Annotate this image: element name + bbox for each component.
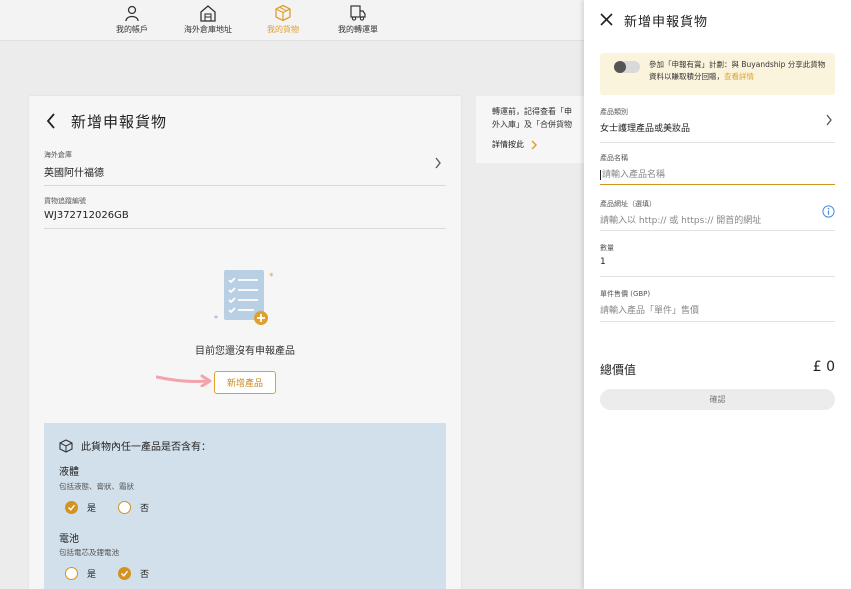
- toggle-knob: [614, 61, 626, 73]
- product-url-input[interactable]: 請輸入以 http:// 或 https:// 開首的網址: [600, 213, 835, 226]
- user-icon: [125, 5, 139, 22]
- questions-title-row: 此貨物內任一產品是否含有：: [59, 438, 211, 453]
- quantity-input[interactable]: 1: [600, 257, 835, 267]
- notice-line: 轉運前，記得查看「申: [492, 107, 572, 116]
- liquid-no-radio[interactable]: [118, 501, 132, 514]
- liquid-radio-group: 是 否: [65, 501, 149, 514]
- nav-label: 我的轉運單: [338, 25, 378, 34]
- radio-label: 否: [140, 570, 150, 580]
- radio-label: 否: [140, 504, 150, 514]
- package-icon: [59, 438, 73, 453]
- nav-item-orders[interactable]: 我的轉運單: [336, 4, 380, 38]
- panel-title: 新增申報貨物: [624, 15, 709, 30]
- promo-toggle[interactable]: [614, 61, 640, 73]
- liquid-question-sub: 包括液態、膏狀、霜狀: [59, 482, 134, 491]
- promo-banner: 參加「申報有賞」計劃：與 Buyandship 分享此貨物資料以賺取積分回贈，查…: [600, 53, 835, 95]
- battery-yes-radio[interactable]: [65, 567, 78, 580]
- radio-label: 是: [87, 570, 97, 580]
- chevron-right-icon: [435, 157, 441, 169]
- chevron-right-icon: [531, 139, 538, 150]
- liquid-yes-radio[interactable]: [65, 501, 78, 514]
- card-header: 新增申報貨物: [45, 110, 167, 132]
- field-label: 產品名稱: [600, 154, 628, 162]
- nav-item-warehouse[interactable]: 海外倉庫地址: [180, 4, 236, 38]
- field-label: 產品網址（選填）: [600, 200, 656, 208]
- field-label: 單件售價 (GBP): [600, 290, 651, 298]
- promo-text: 參加「申報有賞」計劃：與 Buyandship 分享此貨物資料以賺取積分回贈，查…: [649, 59, 829, 83]
- nav-item-account[interactable]: 我的帳戶: [113, 4, 151, 38]
- notice-line: 外入庫」及「合併貨物: [492, 120, 572, 129]
- unit-price-field[interactable]: 單件售價 (GBP) 請輸入產品「單件」售價: [600, 289, 835, 322]
- warehouse-icon: [200, 5, 216, 22]
- total-label: 總價值: [600, 363, 637, 377]
- truck-doc-icon: [350, 5, 366, 21]
- product-name-input[interactable]: 請輸入產品名稱: [600, 167, 835, 180]
- add-product-button[interactable]: 新增產品: [214, 371, 276, 394]
- declare-shipment-card: 新增申報貨物 海外倉庫 英國阿什福德 貨物追蹤編號 WJ372712026GB …: [29, 96, 461, 589]
- field-label: 數量: [600, 244, 614, 252]
- back-arrow-icon[interactable]: [45, 112, 57, 130]
- check-icon: [121, 570, 129, 577]
- tracking-field: 貨物追蹤編號 WJ372712026GB: [44, 196, 446, 229]
- notice-details-link[interactable]: 詳情按此: [492, 139, 538, 150]
- questions-title: 此貨物內任一產品是否含有：: [81, 442, 211, 453]
- field-value: 英國阿什福德: [44, 168, 104, 179]
- placeholder-text: 請輸入產品名稱: [602, 170, 666, 180]
- field-label: 海外倉庫: [44, 151, 72, 159]
- field-value: WJ372712026GB: [44, 210, 129, 221]
- battery-question-label: 電池: [59, 534, 79, 545]
- category-field[interactable]: 產品類別 女士護理產品或美妝品: [600, 107, 835, 143]
- notice-card: 轉運前，記得查看「申 外入庫」及「合併貨物 詳情按此: [476, 96, 586, 163]
- total-value: £ 0: [812, 359, 835, 375]
- promo-details-link[interactable]: 查看詳情: [724, 72, 754, 81]
- liquid-question-label: 液體: [59, 467, 79, 478]
- page-title: 新增申報貨物: [71, 112, 168, 131]
- battery-question-sub: 包括電芯及鋰電池: [59, 548, 119, 557]
- empty-state-text: 目前您還沒有申報產品: [195, 346, 295, 357]
- chevron-right-icon: [826, 114, 832, 126]
- notice-link-label: 詳情按此: [492, 140, 524, 149]
- field-label: 產品類別: [600, 108, 628, 116]
- checklist-illustration-icon: * *: [214, 270, 274, 325]
- check-icon: [68, 504, 76, 511]
- unit-price-input[interactable]: 請輸入產品「單件」售價: [600, 303, 835, 316]
- field-label: 貨物追蹤編號: [44, 197, 86, 205]
- battery-no-radio[interactable]: [118, 567, 132, 580]
- battery-radio-group: 是 否: [65, 567, 149, 580]
- nav-item-shipments[interactable]: 我的貨物: [263, 4, 303, 38]
- svg-text:*: *: [214, 314, 218, 323]
- nav-label: 我的貨物: [267, 25, 299, 34]
- product-url-field[interactable]: 產品網址（選填） 請輸入以 http:// 或 https:// 開首的網址: [600, 199, 835, 231]
- confirm-button[interactable]: 確認: [600, 389, 835, 410]
- quantity-field[interactable]: 數量 1: [600, 243, 835, 277]
- field-value: 女士護理產品或美妝品: [600, 124, 691, 134]
- svg-text:*: *: [269, 272, 274, 282]
- content-questions-box: 此貨物內任一產品是否含有： 液體 包括液態、膏狀、霜狀 是 否 電池 包括電芯及…: [44, 423, 446, 589]
- nav-label: 我的帳戶: [116, 25, 148, 34]
- radio-label: 是: [87, 504, 97, 514]
- pointer-arrow-icon: [156, 374, 212, 387]
- close-icon[interactable]: [600, 13, 613, 26]
- product-name-field[interactable]: 產品名稱 請輸入產品名稱: [600, 153, 835, 185]
- warehouse-field[interactable]: 海外倉庫 英國阿什福德: [44, 150, 446, 186]
- add-product-panel: 新增申報貨物 參加「申報有賞」計劃：與 Buyandship 分享此貨物資料以賺…: [584, 0, 851, 589]
- box-icon: [275, 4, 291, 22]
- info-icon[interactable]: [822, 205, 835, 218]
- nav-label: 海外倉庫地址: [184, 25, 232, 34]
- notice-text: 轉運前，記得查看「申 外入庫」及「合併貨物: [492, 105, 586, 131]
